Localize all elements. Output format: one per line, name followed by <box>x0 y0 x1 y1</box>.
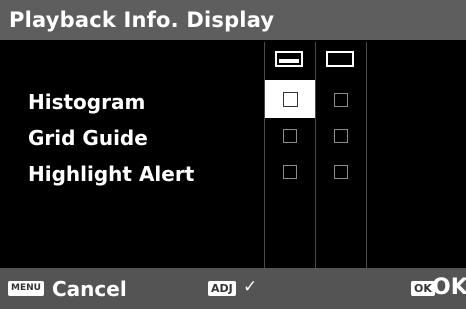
adj-key-icon: ADJ <box>208 281 236 296</box>
column-divider <box>264 42 265 268</box>
no-info-display-icon <box>326 51 354 67</box>
selected-cell[interactable] <box>265 80 315 118</box>
settings-table: Histogram Grid Guide Highlight Alert <box>0 42 466 268</box>
histogram-col2-checkbox[interactable] <box>334 93 348 107</box>
grid-guide-col1-checkbox[interactable] <box>283 129 297 143</box>
page-title: Playback Info. Display <box>9 8 275 32</box>
title-bar: Playback Info. Display <box>0 0 466 42</box>
grid-guide-col2-checkbox[interactable] <box>334 129 348 143</box>
column-divider <box>315 42 316 268</box>
highlight-alert-col2-checkbox[interactable] <box>334 165 348 179</box>
histogram-col1-checkbox[interactable] <box>283 92 298 107</box>
highlight-alert-col1-checkbox[interactable] <box>283 165 297 179</box>
column-divider <box>366 42 367 268</box>
checkmark-icon[interactable]: ✓ <box>243 277 257 297</box>
footer-bar: MENU Cancel ADJ ✓ OK OK <box>0 268 466 309</box>
row-label-grid-guide: Grid Guide <box>28 126 148 150</box>
playback-info-display-screen: Playback Info. Display Histogram Grid Gu… <box>0 0 466 309</box>
row-label-histogram: Histogram <box>28 90 146 114</box>
menu-key-icon: MENU <box>8 281 44 296</box>
standard-display-icon <box>275 51 303 67</box>
row-label-highlight-alert: Highlight Alert <box>28 162 195 186</box>
ok-button[interactable]: OK <box>432 275 466 300</box>
cancel-button[interactable]: Cancel <box>52 277 127 301</box>
